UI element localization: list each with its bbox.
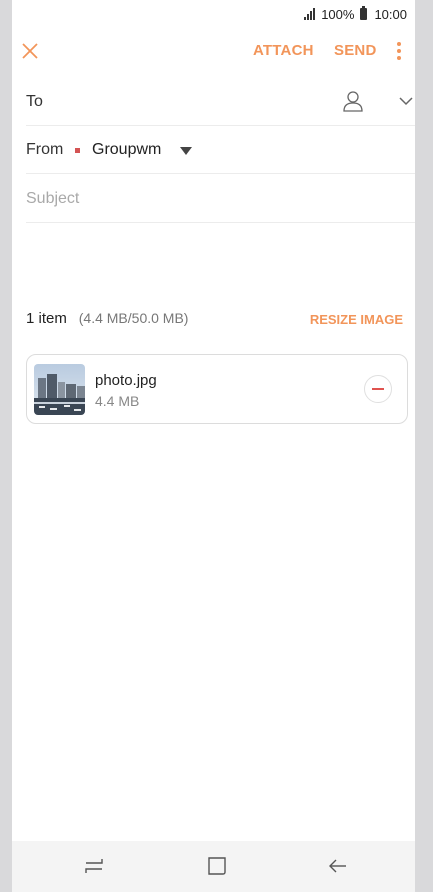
- email-compose-screen: 100% 10:00 ATTACH SEND To From Groupwm S…: [12, 0, 415, 892]
- subject-field-row[interactable]: Subject: [26, 174, 415, 223]
- subject-input[interactable]: Subject: [26, 190, 79, 208]
- home-icon[interactable]: [205, 855, 229, 877]
- from-label: From: [26, 141, 64, 158]
- compose-toolbar: ATTACH SEND: [12, 30, 415, 74]
- battery-icon: [360, 6, 368, 20]
- recent-apps-icon[interactable]: [82, 855, 106, 877]
- resize-image-button[interactable]: RESIZE IMAGE: [310, 312, 403, 327]
- photo-thumbnail: [34, 364, 85, 415]
- to-field-row[interactable]: To: [26, 76, 415, 126]
- attachment-filename: photo.jpg: [95, 372, 157, 389]
- send-button[interactable]: SEND: [334, 42, 376, 59]
- attachment-count: 1 item: [26, 310, 67, 327]
- attachment-card[interactable]: photo.jpg 4.4 MB: [26, 354, 408, 424]
- system-navigation-bar: [12, 841, 415, 892]
- status-time: 10:00: [374, 6, 407, 22]
- from-account-value[interactable]: Groupwm: [92, 141, 161, 159]
- back-icon[interactable]: [326, 855, 350, 877]
- attachment-summary: 1 item (4.4 MB/50.0 MB): [26, 310, 188, 327]
- to-label: To: [26, 93, 43, 110]
- signal-icon: [304, 8, 316, 20]
- contact-picker-icon[interactable]: [342, 90, 364, 112]
- account-color-dot: [75, 148, 80, 153]
- attach-button[interactable]: ATTACH: [253, 42, 314, 59]
- from-field-row[interactable]: From Groupwm: [26, 126, 415, 174]
- battery-percent: 100%: [321, 6, 355, 22]
- dropdown-arrow-icon[interactable]: [180, 147, 192, 155]
- attachment-size-summary: (4.4 MB/50.0 MB): [78, 310, 189, 326]
- remove-attachment-button[interactable]: [364, 375, 392, 403]
- chevron-down-icon[interactable]: [398, 96, 414, 106]
- attachment-filesize: 4.4 MB: [95, 393, 140, 409]
- status-bar: 100% 10:00: [12, 0, 415, 28]
- more-vertical-icon[interactable]: [396, 40, 402, 62]
- close-icon[interactable]: [21, 42, 39, 60]
